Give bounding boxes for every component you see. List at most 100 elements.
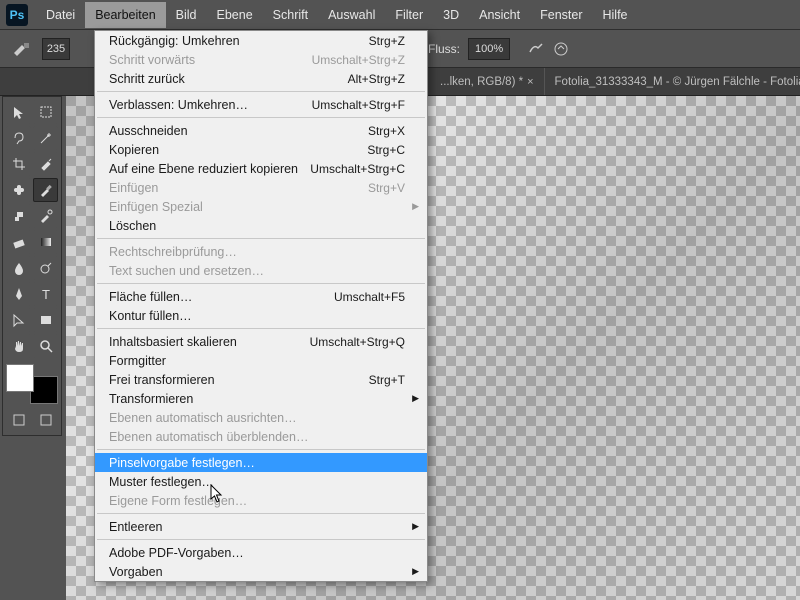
menu-fenster[interactable]: Fenster <box>530 2 592 28</box>
menu-item-kopieren[interactable]: KopierenStrg+C <box>95 140 427 159</box>
menu-separator <box>97 91 425 92</box>
document-tab-title: Fotolia_31333343_M - © Jürgen Fälchle - … <box>555 76 800 88</box>
tool-preset-icon[interactable] <box>8 38 36 60</box>
eyedropper-tool[interactable] <box>33 152 58 176</box>
eraser-tool[interactable] <box>6 230 31 254</box>
magic-wand-tool[interactable] <box>33 126 58 150</box>
menu-item-label: Vorgaben <box>109 565 405 579</box>
menu-item-label: Ebenen automatisch überblenden… <box>109 430 405 444</box>
menu-item-schritt-zur-ck[interactable]: Schritt zurückAlt+Strg+Z <box>95 69 427 88</box>
dodge-tool[interactable] <box>33 256 58 280</box>
menu-separator <box>97 539 425 540</box>
menu-item-auf-eine-ebene-reduziert-kopieren[interactable]: Auf eine Ebene reduziert kopierenUmschal… <box>95 159 427 178</box>
svg-text:T: T <box>42 287 50 302</box>
close-icon[interactable]: × <box>527 76 533 88</box>
marquee-tool[interactable] <box>33 100 58 124</box>
menu-item-label: Ebenen automatisch ausrichten… <box>109 411 405 425</box>
menu-ansicht[interactable]: Ansicht <box>469 2 530 28</box>
menu-item-entleeren[interactable]: Entleeren <box>95 517 427 536</box>
menu-item-frei-transformieren[interactable]: Frei transformierenStrg+T <box>95 370 427 389</box>
menu-item-rechtschreibpr-fung: Rechtschreibprüfung… <box>95 242 427 261</box>
menu-item-label: Kontur füllen… <box>109 309 405 323</box>
menu-item-label: Text suchen und ersetzen… <box>109 264 405 278</box>
foreground-color-swatch[interactable] <box>6 364 34 392</box>
menu-item-text-suchen-und-ersetzen: Text suchen und ersetzen… <box>95 261 427 280</box>
menu-item-label: Löschen <box>109 219 405 233</box>
move-tool[interactable] <box>6 100 31 124</box>
menu-bearbeiten[interactable]: Bearbeiten <box>85 2 165 28</box>
quickmask-icon[interactable] <box>6 408 31 432</box>
menu-item-einf-gen-spezial: Einfügen Spezial <box>95 197 427 216</box>
menu-item-pinselvorgabe-festlegen[interactable]: Pinselvorgabe festlegen… <box>95 453 427 472</box>
menu-3d[interactable]: 3D <box>433 2 469 28</box>
menu-item-shortcut: Umschalt+F5 <box>334 290 405 304</box>
menu-item-einf-gen: EinfügenStrg+V <box>95 178 427 197</box>
fluss-value[interactable]: 100% <box>468 38 510 60</box>
blur-tool[interactable] <box>6 256 31 280</box>
menu-separator <box>97 238 425 239</box>
menu-ebene[interactable]: Ebene <box>207 2 263 28</box>
menu-item-label: Auf eine Ebene reduziert kopieren <box>109 162 310 176</box>
menu-item-label: Kopieren <box>109 143 367 157</box>
menu-item-r-ckg-ngig-umkehren[interactable]: Rückgängig: UmkehrenStrg+Z <box>95 31 427 50</box>
menu-item-ausschneiden[interactable]: AusschneidenStrg+X <box>95 121 427 140</box>
brush-tool[interactable] <box>33 178 58 202</box>
menu-item-shortcut: Alt+Strg+Z <box>348 72 405 86</box>
color-swatches[interactable] <box>6 364 58 404</box>
history-brush-tool[interactable] <box>33 204 58 228</box>
menu-item-ebenen-automatisch-berblenden: Ebenen automatisch überblenden… <box>95 427 427 446</box>
menu-item-formgitter[interactable]: Formgitter <box>95 351 427 370</box>
menu-item-muster-festlegen[interactable]: Muster festlegen… <box>95 472 427 491</box>
pen-tool[interactable] <box>6 282 31 306</box>
menu-datei[interactable]: Datei <box>36 2 85 28</box>
menu-item-label: Eigene Form festlegen… <box>109 494 405 508</box>
rectangle-tool[interactable] <box>33 308 58 332</box>
menu-item-schritt-vorw-rts: Schritt vorwärtsUmschalt+Strg+Z <box>95 50 427 69</box>
clone-tool[interactable] <box>6 204 31 228</box>
menu-separator <box>97 283 425 284</box>
menu-schrift[interactable]: Schrift <box>263 2 318 28</box>
menu-item-adobe-pdf-vorgaben[interactable]: Adobe PDF-Vorgaben… <box>95 543 427 562</box>
hand-tool[interactable] <box>6 334 31 358</box>
menu-hilfe[interactable]: Hilfe <box>593 2 638 28</box>
menu-item-kontur-f-llen[interactable]: Kontur füllen… <box>95 306 427 325</box>
menu-item-fl-che-f-llen[interactable]: Fläche füllen…Umschalt+F5 <box>95 287 427 306</box>
menu-item-label: Einfügen Spezial <box>109 200 405 214</box>
menu-item-transformieren[interactable]: Transformieren <box>95 389 427 408</box>
menu-item-shortcut: Strg+V <box>368 181 405 195</box>
menu-item-l-schen[interactable]: Löschen <box>95 216 427 235</box>
menu-separator <box>97 513 425 514</box>
gradient-tool[interactable] <box>33 230 58 254</box>
document-tab[interactable]: ...lken, RGB/8) * × <box>430 68 545 95</box>
menu-separator <box>97 117 425 118</box>
document-tab-title: ...lken, RGB/8) * <box>440 76 523 88</box>
menu-bild[interactable]: Bild <box>166 2 207 28</box>
menu-auswahl[interactable]: Auswahl <box>318 2 385 28</box>
menu-item-label: Transformieren <box>109 392 405 406</box>
menu-item-shortcut: Umschalt+Strg+C <box>310 162 405 176</box>
airbrush-toggle-icon[interactable] <box>528 40 546 58</box>
document-tab[interactable]: Fotolia_31333343_M - © Jürgen Fälchle - … <box>545 68 800 95</box>
menu-filter[interactable]: Filter <box>385 2 433 28</box>
crop-tool[interactable] <box>6 152 31 176</box>
menu-item-label: Formgitter <box>109 354 405 368</box>
path-select-tool[interactable] <box>6 308 31 332</box>
menu-item-verblassen-umkehren[interactable]: Verblassen: Umkehren…Umschalt+Strg+F <box>95 95 427 114</box>
menu-item-shortcut: Strg+Z <box>369 34 405 48</box>
menu-item-inhaltsbasiert-skalieren[interactable]: Inhaltsbasiert skalierenUmschalt+Strg+Q <box>95 332 427 351</box>
zoom-tool[interactable] <box>33 334 58 358</box>
type-tool[interactable]: T <box>33 282 58 306</box>
menu-item-label: Rechtschreibprüfung… <box>109 245 405 259</box>
lasso-tool[interactable] <box>6 126 31 150</box>
menu-item-label: Fläche füllen… <box>109 290 334 304</box>
menu-item-label: Einfügen <box>109 181 368 195</box>
menu-item-vorgaben[interactable]: Vorgaben <box>95 562 427 581</box>
healing-tool[interactable] <box>6 178 31 202</box>
menu-item-shortcut: Strg+T <box>369 373 405 387</box>
brush-size-field[interactable]: 235 <box>42 38 70 60</box>
screen-mode-icon[interactable] <box>33 408 58 432</box>
menu-item-label: Entleeren <box>109 520 405 534</box>
background-color-swatch[interactable] <box>30 376 58 404</box>
menu-item-label: Ausschneiden <box>109 124 368 138</box>
tablet-pressure-icon[interactable] <box>552 40 570 58</box>
